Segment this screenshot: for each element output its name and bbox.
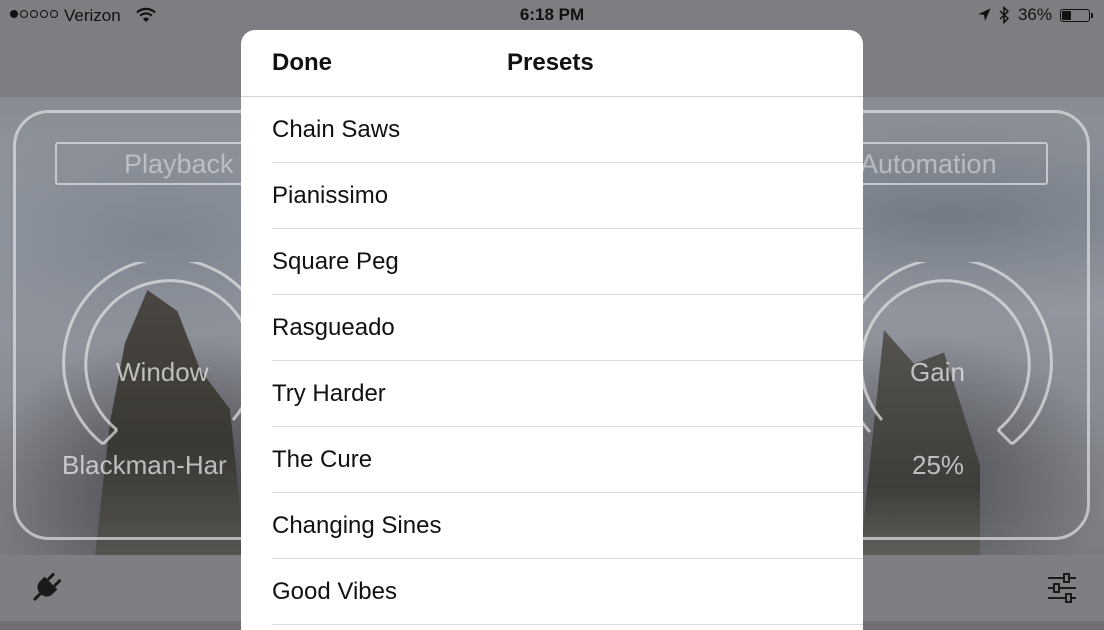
presets-header: Done Presets (241, 30, 863, 97)
status-bar: Verizon 6:18 PM 36% (0, 0, 1104, 30)
battery-icon (1060, 8, 1093, 22)
presets-title: Presets (507, 49, 594, 76)
preset-item[interactable]: Changing Sines (272, 493, 863, 559)
preset-item[interactable]: Rasgueado (272, 295, 863, 361)
status-right-group: 36% (978, 5, 1093, 25)
preset-item[interactable]: Good Vibes (272, 559, 863, 625)
location-arrow-icon (978, 8, 991, 21)
sliders-icon[interactable] (1044, 570, 1080, 606)
battery-fill (1062, 10, 1072, 20)
preset-item[interactable]: Square Peg (272, 229, 863, 295)
done-button[interactable]: Done (272, 49, 332, 77)
presets-sheet: Done Presets Chain Saws Pianissimo Squar… (241, 30, 863, 630)
preset-item[interactable]: The Cure (272, 427, 863, 493)
preset-item[interactable]: Chain Saws (272, 97, 863, 163)
presets-list: Chain Saws Pianissimo Square Peg Rasguea… (241, 97, 863, 625)
battery-percent: 36% (1017, 5, 1052, 24)
window-knob-value: Blackman-Har (62, 450, 227, 480)
gain-knob-value: 25% (912, 450, 965, 480)
plug-icon[interactable] (28, 570, 64, 606)
preset-item[interactable]: Pianissimo (272, 163, 863, 229)
bluetooth-icon (999, 6, 1010, 24)
status-time: 6:18 PM (519, 5, 585, 24)
gain-knob-label: Gain (910, 357, 965, 387)
preset-item[interactable]: Try Harder (272, 361, 863, 427)
window-knob-label: Window (116, 357, 209, 387)
